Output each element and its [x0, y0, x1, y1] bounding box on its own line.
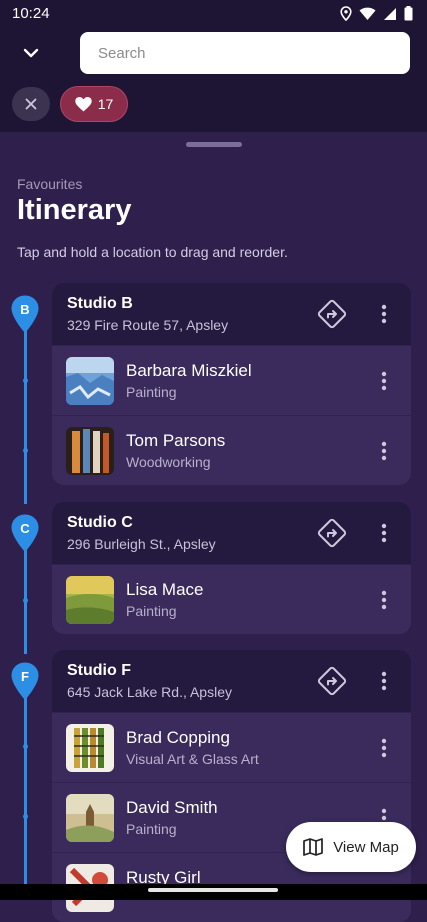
artist-thumbnail — [66, 357, 114, 405]
artist-category: Painting — [126, 821, 177, 837]
directions-icon[interactable] — [317, 299, 347, 329]
timeline-dot — [23, 598, 28, 603]
artist-category: Painting — [126, 384, 177, 400]
studio-header[interactable]: Studio C 296 Burleigh St., Apsley — [52, 502, 411, 564]
timeline-dot — [23, 744, 28, 749]
sheet-drag-handle[interactable] — [186, 142, 242, 147]
artist-thumbnail — [66, 576, 114, 624]
itinerary-sheet: Favourites Itinerary Tap and hold a loca… — [0, 132, 427, 922]
artist-row[interactable]: Brad Copping Visual Art & Glass Art — [52, 712, 411, 782]
studio-header[interactable]: Studio B 329 Fire Route 57, Apsley — [52, 283, 411, 345]
more-vert-icon — [381, 590, 387, 610]
more-vert-icon — [381, 523, 387, 543]
status-bar: 10:24 — [0, 0, 427, 28]
directions-icon[interactable] — [317, 518, 347, 548]
artist-thumbnail — [66, 794, 114, 842]
home-gesture-pill[interactable] — [148, 888, 278, 892]
pin-letter: F — [21, 669, 29, 684]
artist-name: Brad Copping — [126, 728, 230, 747]
view-map-label: View Map — [333, 838, 399, 856]
artist-row[interactable]: Barbara Miszkiel Painting — [52, 345, 411, 415]
map-pin-icon: C — [11, 514, 39, 552]
artist-name: Lisa Mace — [126, 580, 204, 599]
clear-filter-button[interactable] — [12, 87, 50, 121]
search-input[interactable] — [80, 32, 410, 74]
timeline-line — [24, 540, 27, 654]
signal-icon — [383, 7, 397, 26]
timeline-line — [24, 320, 27, 504]
close-icon — [25, 98, 37, 110]
studio-name: Studio B — [67, 295, 133, 312]
collapse-button[interactable] — [14, 36, 48, 70]
wifi-icon — [359, 7, 376, 26]
reorder-hint: Tap and hold a location to drag and reor… — [17, 244, 288, 260]
map-icon — [303, 838, 324, 856]
directions-icon[interactable] — [317, 666, 347, 696]
status-icons — [340, 6, 413, 26]
location-icon — [340, 6, 352, 26]
artist-name: Tom Parsons — [126, 431, 226, 450]
more-vert-icon — [381, 441, 387, 461]
more-options-button[interactable] — [374, 735, 394, 761]
map-pin-icon: F — [11, 662, 39, 700]
stop-card[interactable]: Studio F 645 Jack Lake Rd., Apsley Brad … — [52, 650, 411, 922]
page-title: Itinerary — [17, 194, 132, 226]
studio-address: 645 Jack Lake Rd., Apsley — [67, 684, 232, 700]
chevron-down-icon — [23, 48, 39, 58]
studio-name: Studio C — [67, 514, 133, 531]
more-vert-icon — [381, 738, 387, 758]
timeline-dot — [23, 814, 28, 819]
artist-thumbnail — [66, 724, 114, 772]
favourites-chip[interactable]: 17 — [60, 86, 128, 122]
pin-letter: C — [20, 521, 30, 536]
view-map-button[interactable]: View Map — [286, 822, 416, 872]
battery-icon — [404, 6, 413, 26]
artist-row[interactable]: Lisa Mace Painting — [52, 564, 411, 634]
more-options-button[interactable] — [374, 368, 394, 394]
stop-card[interactable]: Studio B 329 Fire Route 57, Apsley Barba… — [52, 283, 411, 485]
more-vert-icon — [381, 304, 387, 324]
more-options-button[interactable] — [374, 520, 394, 546]
more-options-button[interactable] — [374, 301, 394, 327]
map-pin-icon: B — [11, 295, 39, 333]
more-vert-icon — [381, 371, 387, 391]
more-vert-icon — [381, 671, 387, 691]
stop-card[interactable]: Studio C 296 Burleigh St., Apsley Lisa M… — [52, 502, 411, 634]
artist-row[interactable]: Tom Parsons Woodworking — [52, 415, 411, 485]
studio-address: 329 Fire Route 57, Apsley — [67, 317, 229, 333]
timeline-dot — [23, 378, 28, 383]
studio-header[interactable]: Studio F 645 Jack Lake Rd., Apsley — [52, 650, 411, 712]
artist-category: Woodworking — [126, 454, 211, 470]
artist-name: David Smith — [126, 798, 218, 817]
section-eyebrow: Favourites — [17, 176, 83, 192]
timeline-line — [24, 688, 27, 900]
system-nav-bar — [0, 884, 427, 900]
status-time: 10:24 — [12, 5, 50, 22]
more-options-button[interactable] — [374, 668, 394, 694]
studio-name: Studio F — [67, 662, 131, 679]
artist-name: Barbara Miszkiel — [126, 361, 252, 380]
favourites-count: 17 — [97, 96, 114, 112]
pin-letter: B — [20, 302, 29, 317]
search-header: 17 — [0, 28, 427, 132]
timeline-dot — [23, 448, 28, 453]
more-options-button[interactable] — [374, 438, 394, 464]
more-options-button[interactable] — [374, 587, 394, 613]
studio-address: 296 Burleigh St., Apsley — [67, 536, 216, 552]
artist-thumbnail — [66, 427, 114, 475]
heart-icon — [75, 96, 92, 111]
artist-category: Painting — [126, 603, 177, 619]
artist-category: Visual Art & Glass Art — [126, 751, 259, 767]
